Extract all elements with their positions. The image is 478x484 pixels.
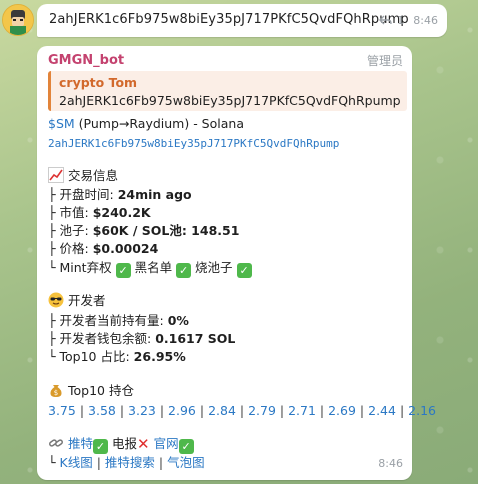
market-cap-row: ├ 市值: $240.2K [48, 205, 151, 220]
top10-holding-link[interactable]: 3.58 [88, 403, 116, 418]
user-avatar[interactable] [2, 4, 34, 36]
top10-header: $ Top10 持仓 [48, 382, 134, 400]
chart-links-row: └ K线图 | 推特搜索 | 气泡图 [48, 455, 205, 470]
dev-balance-row: ├ 开发者钱包余额: 0.1617 SOL [48, 331, 236, 346]
reply-count[interactable]: 1 [397, 14, 404, 27]
open-time-row: ├ 开盘时间: 24min ago [48, 187, 192, 202]
reply-arrow-icon[interactable] [379, 15, 392, 26]
top10-holding-link[interactable]: 2.84 [208, 403, 236, 418]
sender-name[interactable]: GMGN_bot [48, 52, 124, 70]
top10-holding-link[interactable]: 2.69 [328, 403, 356, 418]
top10-share-row: └ Top10 占比: 26.95% [48, 349, 186, 364]
sunglasses-face-icon [48, 292, 64, 308]
quoted-reply[interactable]: crypto Tom 2ahJERK1c6Fb975w8biEy35pJ717P… [48, 71, 407, 111]
message-time: 8:46 [413, 14, 438, 27]
check-mark-icon: ✓ [236, 263, 252, 278]
sender-role-badge: 管理员 [366, 54, 403, 68]
separator: | [355, 403, 369, 418]
twitter-search-link[interactable]: 推特搜索 [105, 455, 155, 470]
top10-holding-link[interactable]: 2.79 [248, 403, 276, 418]
top10-holding-link[interactable]: 2.44 [368, 403, 396, 418]
website-link[interactable]: 官网 [154, 436, 179, 451]
check-mark-icon: ✓ [176, 263, 192, 278]
check-mark-icon: ✓ [178, 439, 194, 454]
pool-row: ├ 池子: $60K / SOL池: 148.51 [48, 223, 240, 238]
top10-holding-link[interactable]: 2.96 [168, 403, 196, 418]
dev-header: 开发者 [48, 292, 106, 310]
user-message-text: 2ahJERK1c6Fb975w8biEy35pJ717PKfC5QvdFQhR… [49, 12, 409, 27]
kline-link[interactable]: K线图 [60, 455, 93, 470]
token-desc: (Pump→Raydium) - Solana [78, 116, 244, 131]
telegram-label: 电报 [111, 436, 137, 451]
price-row: ├ 价格: $0.00024 [48, 241, 159, 256]
top10-holding-link[interactable]: 3.23 [128, 403, 156, 418]
trade-info-header: 交易信息 [48, 167, 118, 185]
social-links-row: 推特 ✓ 电报✕ 官网 ✓ [48, 435, 194, 454]
separator: | [275, 403, 289, 418]
separator: | [155, 403, 169, 418]
top10-holding-link[interactable]: 2.71 [288, 403, 316, 418]
separator: | [75, 403, 89, 418]
avatar-character-icon [3, 5, 33, 35]
chart-increasing-icon [48, 167, 64, 183]
separator: | [235, 403, 249, 418]
top10-values-row: 3.75 | 3.58 | 3.23 | 2.96 | 2.84 | 2.79 … [48, 402, 436, 420]
check-mark-icon: ✓ [93, 439, 108, 454]
quote-text: 2ahJERK1c6Fb975w8biEy35pJ717PKfC5QvdFQhR… [59, 93, 401, 108]
svg-text:$: $ [54, 389, 58, 397]
security-flags-row: └ Mint弃权 ✓ 黑名单 ✓ 烧池子 ✓ [48, 259, 252, 278]
separator: | [395, 403, 409, 418]
cross-mark-icon: ✕ [137, 435, 150, 453]
dev-holding-row: ├ 开发者当前持有量: 0% [48, 313, 189, 328]
link-icon [49, 439, 63, 447]
message-meta: 1 8:46 [379, 14, 438, 27]
bubble-map-link[interactable]: 气泡图 [167, 455, 205, 470]
money-bag-icon: $ [50, 385, 62, 397]
top10-holding-link[interactable]: 2.16 [408, 403, 436, 418]
separator: | [115, 403, 129, 418]
message-time: 8:46 [378, 457, 403, 470]
token-title-line: $SM (Pump→Raydium) - Solana [48, 115, 244, 133]
separator: | [195, 403, 209, 418]
contract-address[interactable]: 2ahJERK1c6Fb975w8biEy35pJ717PKfC5QvdFQhR… [48, 135, 339, 153]
check-mark-icon: ✓ [115, 263, 131, 278]
bot-message-bubble[interactable]: GMGN_bot 管理员 crypto Tom 2ahJERK1c6Fb975w… [37, 46, 436, 480]
user-message-bubble[interactable]: 2ahJERK1c6Fb975w8biEy35pJ717PKfC5QvdFQhR… [37, 4, 447, 37]
twitter-link[interactable]: 推特 [68, 436, 93, 451]
quote-author: crypto Tom [59, 75, 138, 90]
top10-holding-link[interactable]: 3.75 [48, 403, 76, 418]
separator: | [315, 403, 329, 418]
token-symbol-link[interactable]: $SM [48, 116, 75, 131]
